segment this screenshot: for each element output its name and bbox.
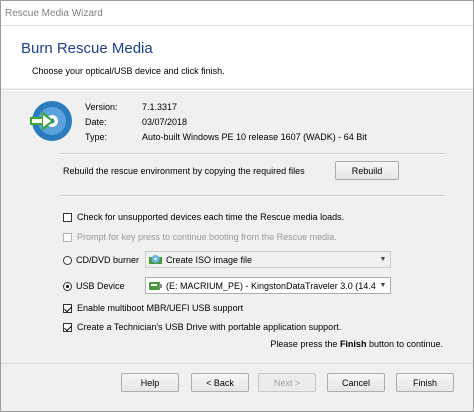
rebuild-description: Rebuild the rescue environment by copyin… <box>63 166 305 176</box>
cd-burner-label: CD/DVD burner <box>76 255 140 265</box>
help-button[interactable]: Help <box>121 373 179 392</box>
wizard-footer: Help < Back Next > Cancel Finish <box>1 363 473 411</box>
usb-device-select-value: (E: MACRIUM_PE) - KingstonDataTraveler 3… <box>166 280 376 291</box>
usb-device-label: USB Device <box>76 281 125 291</box>
next-button: Next > <box>258 373 316 392</box>
usb-device-option[interactable]: USB Device <box>63 281 125 291</box>
cd-burner-option[interactable]: CD/DVD burner <box>63 255 139 265</box>
cancel-button[interactable]: Cancel <box>327 373 385 392</box>
version-value: 7.1.3317 <box>142 102 178 112</box>
check-unsupported-label: Check for unsupported devices each time … <box>77 212 345 222</box>
rescue-media-wizard-window: Rescue Media Wizard Burn Rescue Media Ch… <box>0 0 474 412</box>
technician-checkbox[interactable] <box>63 322 72 332</box>
check-unsupported-option[interactable]: Check for unsupported devices each time … <box>63 212 344 222</box>
page-title: Burn Rescue Media <box>21 40 153 57</box>
title-bar[interactable]: Rescue Media Wizard <box>1 1 473 26</box>
version-label: Version: <box>85 102 118 112</box>
date-value: 03/07/2018 <box>142 117 188 127</box>
continue-finish-word: Finish <box>339 339 367 349</box>
chevron-down-icon: ▼ <box>379 256 387 263</box>
finish-button[interactable]: Finish <box>396 373 454 392</box>
cd-burner-select-value: Create ISO image file <box>166 254 253 265</box>
usb-device-radio[interactable] <box>63 281 72 291</box>
cd-burner-select: Create ISO image file ▼ <box>145 251 391 268</box>
type-value: Auto-built Windows PE 10 release 1607 (W… <box>142 132 367 142</box>
usb-drive-icon <box>149 282 162 290</box>
info-date: Date: 03/07/2018 <box>85 117 187 127</box>
rescue-disc-icon <box>30 101 72 141</box>
check-unsupported-checkbox[interactable] <box>63 212 72 222</box>
technician-option[interactable]: Create a Technician's USB Drive with por… <box>63 322 341 332</box>
back-button[interactable]: < Back <box>191 373 249 392</box>
multiboot-label: Enable multiboot MBR/UEFI USB support <box>77 303 244 313</box>
chevron-down-icon: ▼ <box>379 282 387 289</box>
technician-label: Create a Technician's USB Drive with por… <box>77 322 342 332</box>
usb-device-select[interactable]: (E: MACRIUM_PE) - KingstonDataTraveler 3… <box>145 277 391 294</box>
info-type: Type: Auto-built Windows PE 10 release 1… <box>85 132 367 142</box>
cd-burner-radio[interactable] <box>63 255 72 265</box>
prompt-key-label: Prompt for key press to continue booting… <box>77 232 337 242</box>
rebuild-button[interactable]: Rebuild <box>335 161 399 180</box>
divider <box>61 153 445 155</box>
prompt-key-option: Prompt for key press to continue booting… <box>63 232 337 242</box>
info-version: Version: 7.1.3317 <box>85 102 177 112</box>
page-subtitle: Choose your optical/USB device and click… <box>32 66 225 76</box>
continue-instruction: Please press the Finish button to contin… <box>270 339 443 349</box>
iso-disc-icon <box>149 255 162 264</box>
prompt-key-checkbox <box>63 232 72 242</box>
window-title: Rescue Media Wizard <box>5 7 103 19</box>
header-divider <box>1 89 473 91</box>
wizard-header: Burn Rescue Media Choose your optical/US… <box>1 26 473 88</box>
type-label: Type: <box>85 132 108 142</box>
continue-suffix: button to continue. <box>366 339 443 349</box>
date-label: Date: <box>85 117 107 127</box>
multiboot-option[interactable]: Enable multiboot MBR/UEFI USB support <box>63 303 243 313</box>
continue-prefix: Please press the <box>270 339 340 349</box>
divider <box>61 195 445 197</box>
multiboot-checkbox[interactable] <box>63 303 72 313</box>
